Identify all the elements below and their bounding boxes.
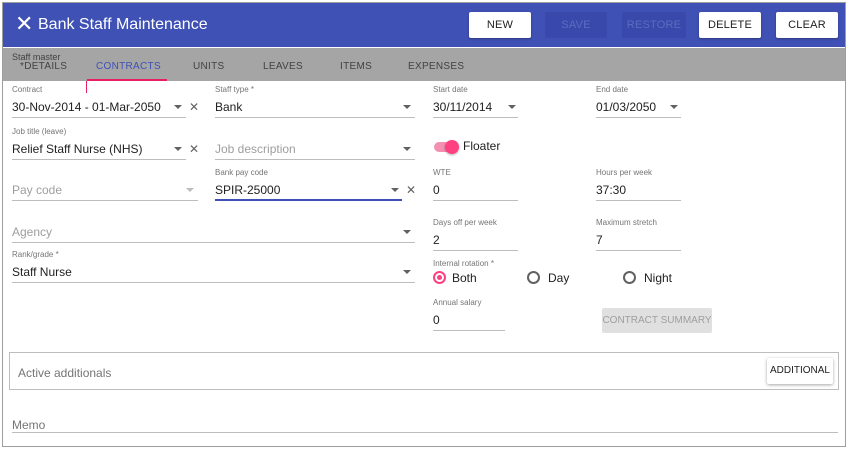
save-button[interactable]: SAVE <box>545 12 607 38</box>
wte-label: WTE <box>433 168 451 177</box>
internal-rotation-label: Internal rotation * <box>433 259 494 268</box>
agency-underline <box>12 242 415 243</box>
memo-field[interactable]: Memo <box>12 418 45 432</box>
rotation-both-label: Both <box>452 271 477 285</box>
chevron-down-icon[interactable] <box>670 105 678 109</box>
chevron-down-icon[interactable] <box>403 147 411 151</box>
chevron-down-icon[interactable] <box>174 147 182 151</box>
rotation-both-radio[interactable] <box>433 271 446 284</box>
chevron-down-icon[interactable] <box>391 188 399 192</box>
clear-contract-icon[interactable]: ✕ <box>189 101 199 113</box>
delete-button[interactable]: DELETE <box>699 12 761 38</box>
page-title: Bank Staff Maintenance <box>38 16 208 33</box>
end-date-label: End date <box>596 85 629 94</box>
start-date-field[interactable]: 30/11/2014 <box>433 100 492 114</box>
hours-per-week-label: Hours per week <box>596 168 653 177</box>
job-title-select[interactable]: Relief Staff Nurse (NHS) <box>12 142 142 156</box>
end-date-field[interactable]: 01/03/2050 <box>596 100 656 114</box>
rotation-day-label: Day <box>548 271 570 285</box>
agency-select[interactable]: Agency <box>12 225 52 239</box>
active-additionals-panel: Active additionals ADDITIONAL <box>9 352 839 390</box>
pay-code-select[interactable]: Pay code <box>12 183 62 197</box>
tab-details[interactable]: *DETAILS <box>20 61 67 72</box>
close-icon[interactable]: ✕ <box>15 13 33 35</box>
hours-per-week-input[interactable]: 37:30 <box>596 183 626 197</box>
days-off-label: Days off per week <box>433 218 497 227</box>
contract-summary-button[interactable]: CONTRACT SUMMARY <box>602 308 712 333</box>
active-tab-indicator <box>87 79 167 81</box>
rotation-day-radio[interactable] <box>527 271 540 284</box>
chevron-down-icon[interactable] <box>403 270 411 274</box>
job-description-select[interactable]: Job description <box>215 142 296 156</box>
bank-pay-code-select[interactable]: SPIR-25000 <box>215 183 280 197</box>
wte-input[interactable]: 0 <box>433 183 440 197</box>
staff-type-select[interactable]: Bank <box>215 100 242 114</box>
restore-button[interactable]: RESTORE <box>622 12 686 38</box>
maximum-stretch-input[interactable]: 7 <box>596 233 603 247</box>
hours-per-week-underline <box>596 200 681 201</box>
chevron-down-icon[interactable] <box>403 230 411 234</box>
start-date-underline <box>433 117 518 118</box>
bank-pay-code-underline <box>215 199 402 201</box>
new-button[interactable]: NEW <box>469 12 531 38</box>
app-window: ✕ Bank Staff Maintenance NEW SAVE RESTOR… <box>2 2 846 447</box>
chevron-down-icon[interactable] <box>174 105 182 109</box>
rank-grade-select[interactable]: Staff Nurse <box>12 265 72 279</box>
tab-indicator-tick <box>86 81 87 93</box>
active-additionals-title: Active additionals <box>18 366 112 380</box>
bank-pay-code-label: Bank pay code <box>215 168 268 177</box>
days-off-underline <box>433 250 518 251</box>
chevron-down-icon[interactable] <box>508 105 516 109</box>
app-bar: ✕ Bank Staff Maintenance NEW SAVE RESTOR… <box>3 3 845 47</box>
rank-grade-label: Rank/grade * <box>12 250 59 259</box>
rotation-night-radio[interactable] <box>623 271 636 284</box>
days-off-input[interactable]: 2 <box>433 233 440 247</box>
maximum-stretch-label: Maximum stretch <box>596 218 657 227</box>
clear-bank-pay-code-icon[interactable]: ✕ <box>406 184 416 196</box>
tab-expenses[interactable]: EXPENSES <box>408 61 464 72</box>
memo-underline <box>12 432 838 433</box>
tab-units[interactable]: UNITS <box>193 61 225 72</box>
end-date-underline <box>596 117 681 118</box>
rotation-night-label: Night <box>644 271 673 285</box>
annual-salary-underline <box>433 330 505 331</box>
start-date-label: Start date <box>433 85 468 94</box>
tab-items[interactable]: ITEMS <box>340 61 372 72</box>
tab-bar: Staff master *DETAILS CONTRACTS UNITS LE… <box>3 48 845 81</box>
toggle-knob <box>445 140 459 154</box>
wte-underline <box>433 200 518 201</box>
clear-job-title-icon[interactable]: ✕ <box>189 143 199 155</box>
chevron-down-icon[interactable] <box>403 105 411 109</box>
staff-type-underline <box>215 117 415 118</box>
chevron-down-icon[interactable] <box>186 188 194 192</box>
contract-underline <box>12 117 186 118</box>
tab-leaves[interactable]: LEAVES <box>263 61 303 72</box>
additional-button[interactable]: ADDITIONAL <box>767 358 833 384</box>
floater-label: Floater <box>463 139 501 153</box>
contract-select[interactable]: 30-Nov-2014 - 01-Mar-2050 <box>12 100 161 114</box>
annual-salary-label: Annual salary <box>433 298 482 307</box>
maximum-stretch-underline <box>596 250 681 251</box>
annual-salary-input[interactable]: 0 <box>433 313 440 327</box>
staff-type-label: Staff type * <box>215 85 254 94</box>
job-title-underline <box>12 159 186 160</box>
contract-label: Contract <box>12 85 43 94</box>
tab-contracts[interactable]: CONTRACTS <box>96 61 161 72</box>
job-description-underline <box>215 159 415 160</box>
clear-button[interactable]: CLEAR <box>776 12 838 38</box>
job-title-label: Job title (leave) <box>12 127 67 136</box>
pay-code-underline <box>12 200 198 201</box>
floater-toggle[interactable] <box>434 140 460 154</box>
rank-grade-underline <box>12 282 415 283</box>
